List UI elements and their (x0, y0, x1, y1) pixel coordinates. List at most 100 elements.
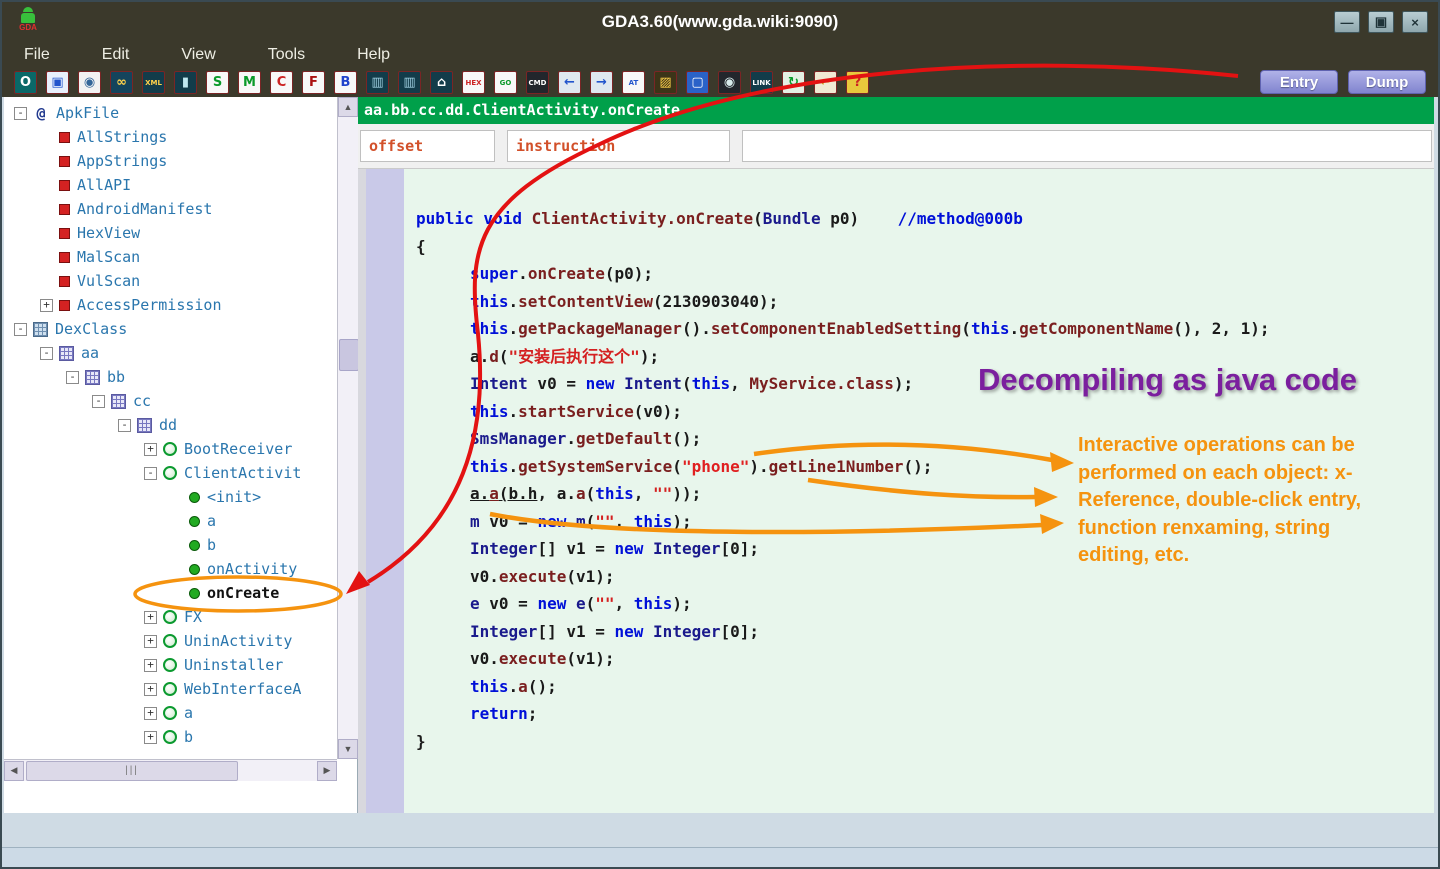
tree-item-oncreate[interactable]: onCreate (4, 581, 336, 605)
go-icon[interactable]: GO (494, 71, 517, 94)
xml-icon[interactable]: XML (142, 71, 165, 94)
tree-item-onactivity[interactable]: onActivity (4, 557, 336, 581)
vertical-scroll-thumb[interactable] (339, 339, 359, 371)
string-icon[interactable]: S (206, 71, 229, 94)
menu-item-file[interactable]: File (24, 46, 50, 64)
tree-item-apkfile[interactable]: -@ApkFile (4, 101, 336, 125)
tree-item-dd[interactable]: -dd (4, 413, 336, 437)
offset-column-header[interactable]: offset (360, 130, 495, 162)
monitor2-icon[interactable]: ▥ (398, 71, 421, 94)
code-line[interactable]: { (404, 233, 1434, 261)
plus-expander-icon[interactable]: + (144, 683, 157, 696)
restore-icon[interactable]: ▣ (1368, 11, 1394, 33)
tree-item-webinterfacea[interactable]: +WebInterfaceA (4, 677, 336, 701)
camera-icon[interactable]: ◉ (718, 71, 741, 94)
tree-item-bb[interactable]: -bb (4, 365, 336, 389)
scroll-down-icon[interactable]: ▼ (338, 739, 358, 759)
tree-item-b[interactable]: +b (4, 725, 336, 749)
minus-expander-icon[interactable]: - (40, 347, 53, 360)
code-line[interactable]: SmsManager.getDefault(); (404, 425, 1434, 453)
tree-item-allstrings[interactable]: AllStrings (4, 125, 336, 149)
code-line[interactable]: public void ClientActivity.onCreate(Bund… (404, 205, 1434, 233)
minus-expander-icon[interactable]: - (14, 323, 27, 336)
forward-arrow-icon[interactable]: → (590, 71, 613, 94)
class-icon[interactable]: C (270, 71, 293, 94)
scroll-up-icon[interactable]: ▲ (338, 97, 358, 117)
plus-expander-icon[interactable]: + (144, 635, 157, 648)
code-line[interactable]: } (404, 728, 1434, 756)
minus-expander-icon[interactable]: - (92, 395, 105, 408)
code-line[interactable]: Integer[] v1 = new Integer[0]; (404, 535, 1434, 563)
horizontal-scroll-thumb[interactable]: ||| (26, 761, 238, 781)
back-arrow-icon[interactable]: ← (558, 71, 581, 94)
plus-expander-icon[interactable]: + (144, 707, 157, 720)
menu-item-view[interactable]: View (181, 46, 215, 64)
undo-icon[interactable]: ↩ (814, 71, 837, 94)
close-icon[interactable]: × (1402, 11, 1428, 33)
code-line[interactable]: v0.execute(v1); (404, 645, 1434, 673)
tree-item-clientactivit[interactable]: -ClientActivit (4, 461, 336, 485)
tree-item-init[interactable]: <init> (4, 485, 336, 509)
tree-item-vulscan[interactable]: VulScan (4, 269, 336, 293)
device-icon[interactable]: ▮ (174, 71, 197, 94)
method-icon[interactable]: M (238, 71, 261, 94)
minus-expander-icon[interactable]: - (144, 467, 157, 480)
menu-item-help[interactable]: Help (357, 46, 390, 64)
tree-item-uninactivity[interactable]: +UninActivity (4, 629, 336, 653)
plus-expander-icon[interactable]: + (144, 611, 157, 624)
search-icon[interactable]: ◉ (78, 71, 101, 94)
bank-icon[interactable]: ⌂ (430, 71, 453, 94)
tree-item-androidmanifest[interactable]: AndroidManifest (4, 197, 336, 221)
link-icon[interactable]: LINK (750, 71, 773, 94)
plus-expander-icon[interactable]: + (144, 659, 157, 672)
hex-icon[interactable]: HEX (462, 71, 485, 94)
monitor-icon[interactable]: ▥ (366, 71, 389, 94)
code-line[interactable]: this.setContentView(2130903040); (404, 288, 1434, 316)
tree-vertical-scrollbar[interactable]: ▲ ▼ (337, 97, 358, 759)
field-icon[interactable]: F (302, 71, 325, 94)
code-line[interactable]: a.a(b.h, a.a(this, "")); (404, 480, 1434, 508)
help-icon[interactable]: ? (846, 71, 869, 94)
tree-item-a[interactable]: +a (4, 701, 336, 725)
plus-expander-icon[interactable]: + (40, 299, 53, 312)
tree-item-b[interactable]: b (4, 533, 336, 557)
plus-expander-icon[interactable]: + (144, 443, 157, 456)
package-icon[interactable]: ▨ (654, 71, 677, 94)
tree-item-aa[interactable]: -aa (4, 341, 336, 365)
at-icon[interactable]: AT (622, 71, 645, 94)
code-line[interactable]: v0.execute(v1); (404, 563, 1434, 591)
code-line[interactable]: e v0 = new e("", this); (404, 590, 1434, 618)
code-line[interactable]: this.getPackageManager().setComponentEna… (404, 315, 1434, 343)
title-bar[interactable]: GDA GDA3.60(www.gda.wiki:9090) — ▣ × (2, 2, 1438, 42)
save-icon[interactable]: ▣ (46, 71, 69, 94)
code-line[interactable]: this.a(); (404, 673, 1434, 701)
dump-button[interactable]: Dump (1348, 70, 1426, 94)
code-line[interactable]: a.d("安装后执行这个"); (404, 343, 1434, 371)
cmd-icon[interactable]: CMD (526, 71, 549, 94)
minus-expander-icon[interactable]: - (118, 419, 131, 432)
bytecode-icon[interactable]: B (334, 71, 357, 94)
minimize-icon[interactable]: — (1334, 11, 1360, 33)
minus-expander-icon[interactable]: - (66, 371, 79, 384)
tree-item-uninstaller[interactable]: +Uninstaller (4, 653, 336, 677)
code-line[interactable]: Intent v0 = new Intent(this, MyService.c… (404, 370, 1434, 398)
empty-column-header[interactable] (742, 130, 1432, 162)
tree-item-allapi[interactable]: AllAPI (4, 173, 336, 197)
code-line[interactable]: m v0 = new m("", this); (404, 508, 1434, 536)
tree-item-dexclass[interactable]: -DexClass (4, 317, 336, 341)
tree-item-bootreceiver[interactable]: +BootReceiver (4, 437, 336, 461)
binoculars-icon[interactable]: ∞ (110, 71, 133, 94)
code-line[interactable]: super.onCreate(p0); (404, 260, 1434, 288)
minus-expander-icon[interactable]: - (14, 107, 27, 120)
code-line[interactable]: this.getSystemService("phone").getLine1N… (404, 453, 1434, 481)
menu-item-tools[interactable]: Tools (268, 46, 305, 64)
code-line[interactable]: return; (404, 700, 1434, 728)
tree-item-a[interactable]: a (4, 509, 336, 533)
tree-item-fx[interactable]: +FX (4, 605, 336, 629)
scroll-left-icon[interactable]: ◀ (4, 761, 24, 781)
code-line[interactable]: Integer[] v1 = new Integer[0]; (404, 618, 1434, 646)
tree-item-appstrings[interactable]: AppStrings (4, 149, 336, 173)
entry-button[interactable]: Entry (1260, 70, 1338, 94)
plus-expander-icon[interactable]: + (144, 731, 157, 744)
menu-item-edit[interactable]: Edit (102, 46, 130, 64)
